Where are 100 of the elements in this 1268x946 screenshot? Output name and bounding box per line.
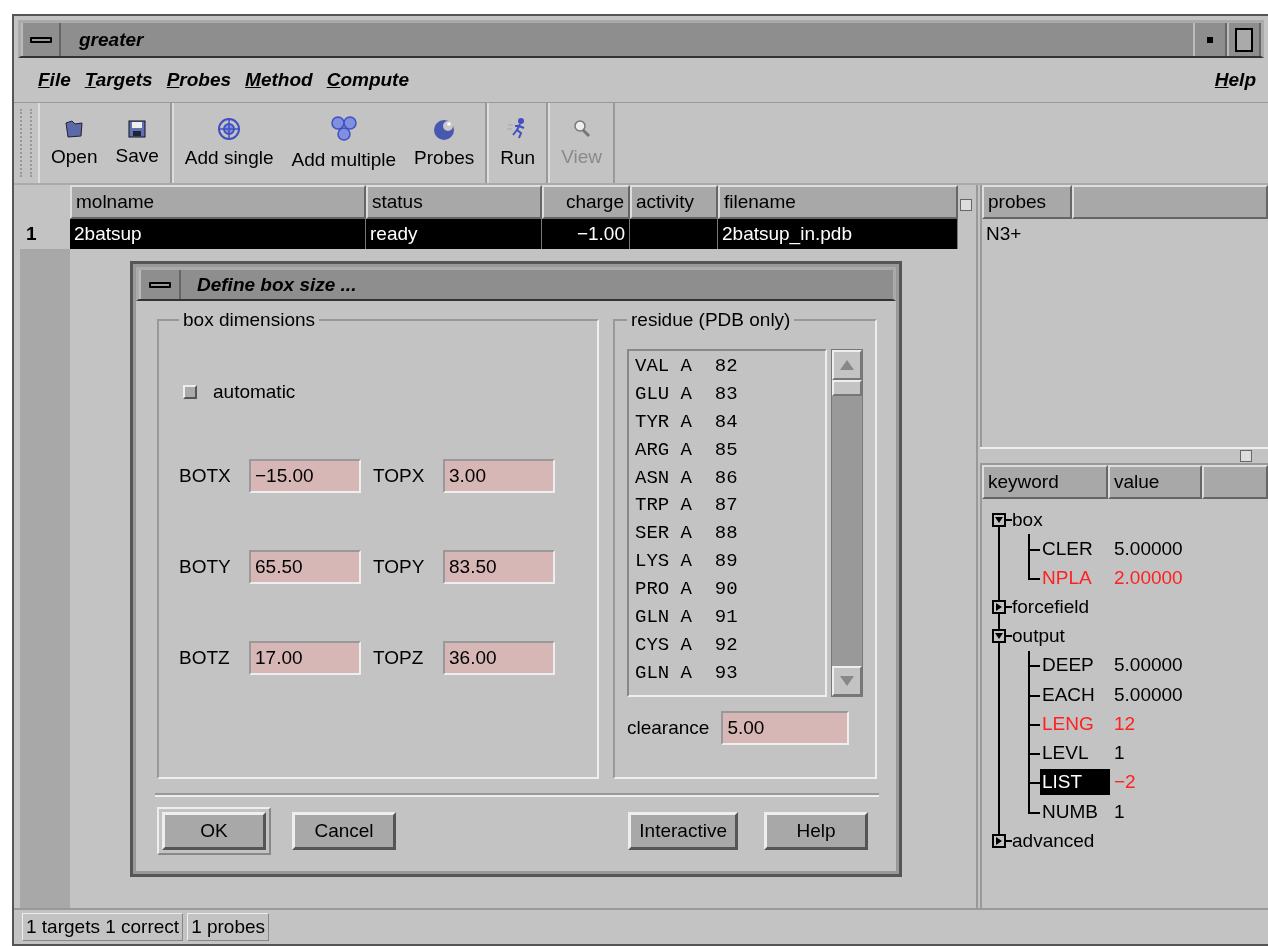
group-title: box dimensions — [182, 309, 317, 331]
toolbar-button[interactable]: Probes — [405, 103, 484, 183]
checkbox[interactable] — [183, 385, 197, 399]
maximize-button[interactable] — [1227, 23, 1261, 56]
keyword-name[interactable]: DEEP — [1040, 652, 1110, 679]
table-cell: 2batsup — [70, 219, 366, 249]
dialog-button[interactable]: Cancel — [292, 812, 396, 850]
keyword-name[interactable]: NUMB — [1040, 798, 1110, 825]
expander-icon[interactable] — [992, 600, 1006, 615]
tree-line — [1028, 534, 1040, 564]
window-title: greater — [79, 28, 144, 51]
list-item[interactable]: GLN A 93 — [635, 659, 819, 688]
dialog-button[interactable]: Help — [764, 812, 868, 850]
keyword-value: 5.00000 — [1113, 537, 1183, 560]
list-item[interactable]: TRP A 87 — [635, 492, 819, 521]
menu-item[interactable]: Probes — [166, 69, 232, 91]
input-field[interactable]: 5.00 — [721, 711, 850, 745]
toolbar-button[interactable]: Add multiple — [282, 103, 406, 183]
toolbar-button[interactable]: Run — [491, 103, 545, 183]
tree-item[interactable]: forcefield — [1012, 596, 1090, 619]
keyword-name[interactable]: CLER — [1040, 535, 1110, 562]
tree-line — [1028, 767, 1040, 798]
list-item[interactable]: CYS A 92 — [635, 631, 819, 660]
keyword-value: 1 — [1113, 800, 1125, 823]
menu-item[interactable]: Targets — [84, 69, 153, 91]
column-header[interactable]: status — [366, 185, 542, 219]
field-label: TOPY — [373, 556, 426, 578]
expander-icon[interactable] — [992, 629, 1006, 644]
dialog-button[interactable]: OK — [162, 812, 266, 850]
field-label: clearance — [627, 717, 710, 739]
keyword-name[interactable]: LIST — [1040, 769, 1110, 796]
splitter-handle[interactable] — [1240, 450, 1252, 462]
sphere-icon — [432, 117, 457, 141]
status-text: 1 targets 1 correct — [22, 913, 184, 941]
tree-line — [1028, 650, 1040, 680]
tree-line — [1028, 738, 1040, 768]
toolbar-button[interactable]: Save — [106, 103, 168, 183]
input-field[interactable]: −15.00 — [249, 459, 361, 493]
tree-line — [1006, 839, 1012, 842]
column-header[interactable]: charge — [542, 185, 630, 219]
minimize-button[interactable] — [1193, 23, 1227, 56]
residue-list[interactable]: VAL A 82 GLU A 83 TYR A 84 ARG A 85 ASN A 86 TRP A 87 SER A 88 LYS A 89 PRO A 90 GLN A 91 CYS A 92 GLN A 93 — [627, 349, 827, 697]
column-header[interactable]: keyword — [982, 465, 1108, 499]
list-item[interactable]: ASN A 86 — [635, 464, 819, 493]
list-item[interactable]: GLN A 91 — [635, 604, 819, 632]
table-row[interactable]: 1 2batsup ready −1.00 2batsup_in.pdb — [20, 219, 958, 249]
toolbar-button[interactable]: Open — [42, 103, 107, 183]
list-item[interactable]: VAL A 82 — [635, 353, 819, 381]
keyword-value: −2 — [1113, 771, 1136, 794]
keyword-value: 1 — [1113, 742, 1125, 765]
input-field[interactable]: 17.00 — [249, 641, 361, 675]
tree-item[interactable]: advanced — [1012, 829, 1095, 852]
table-cell: 2batsup_in.pdb — [718, 219, 958, 249]
list-item[interactable]: GLU A 83 — [635, 380, 819, 409]
dialog-title: Define box size ... — [197, 273, 357, 296]
list-item[interactable]: ARG A 85 — [635, 436, 819, 465]
table-cell: −1.00 — [542, 219, 630, 249]
floppy-icon — [127, 119, 148, 139]
window-menu-button[interactable] — [139, 270, 181, 299]
list-item[interactable]: PRO A 90 — [635, 576, 819, 604]
input-field[interactable]: 3.00 — [443, 459, 555, 493]
tree-line — [1006, 518, 1012, 521]
field-label: BOTX — [179, 465, 232, 487]
tree-item[interactable]: box — [1012, 508, 1043, 531]
menu-item[interactable]: Method — [245, 69, 313, 91]
input-field[interactable]: 83.50 — [443, 550, 555, 584]
list-item[interactable]: TYR A 84 — [635, 408, 819, 437]
keyword-value: 2.00000 — [1113, 566, 1183, 589]
row-number: 1 — [20, 219, 70, 249]
window-menu-button[interactable] — [21, 23, 61, 56]
tree-line — [1028, 679, 1040, 710]
toolbar-grip[interactable] — [20, 109, 32, 177]
field-label: TOPZ — [373, 647, 425, 669]
keyword-name[interactable]: EACH — [1040, 681, 1110, 708]
dialog-button[interactable]: Interactive — [628, 812, 738, 850]
keyword-name[interactable]: LEVL — [1040, 740, 1110, 767]
expander-icon[interactable] — [992, 833, 1006, 848]
input-field[interactable]: 36.00 — [443, 641, 555, 675]
column-header[interactable]: probes — [982, 185, 1072, 219]
menu-item[interactable]: Compute — [326, 69, 409, 91]
probe-item[interactable]: N3+ — [982, 219, 1268, 249]
expander-icon[interactable] — [992, 512, 1006, 527]
header-filler — [1202, 465, 1268, 499]
list-item[interactable]: LYS A 89 — [635, 548, 819, 577]
help-menu[interactable]: Help — [1214, 69, 1256, 91]
column-header[interactable]: molname — [70, 185, 366, 219]
tree-item[interactable]: output — [1012, 625, 1065, 648]
checkbox-label[interactable]: automatic — [213, 381, 296, 403]
keyword-value: 12 — [1113, 712, 1136, 735]
toolbar-button[interactable]: Add single — [175, 103, 283, 183]
input-field[interactable]: 65.50 — [249, 550, 361, 584]
splitter-handle[interactable] — [960, 199, 972, 211]
menu-item[interactable]: File — [38, 69, 71, 91]
column-header[interactable]: filename — [718, 185, 958, 219]
list-item[interactable]: SER A 88 — [635, 520, 819, 549]
field-label: BOTY — [179, 556, 232, 578]
tree-line — [1006, 606, 1012, 609]
column-header[interactable]: value — [1108, 465, 1202, 499]
column-header[interactable]: activity — [630, 185, 718, 219]
scrollbar[interactable] — [831, 349, 863, 697]
